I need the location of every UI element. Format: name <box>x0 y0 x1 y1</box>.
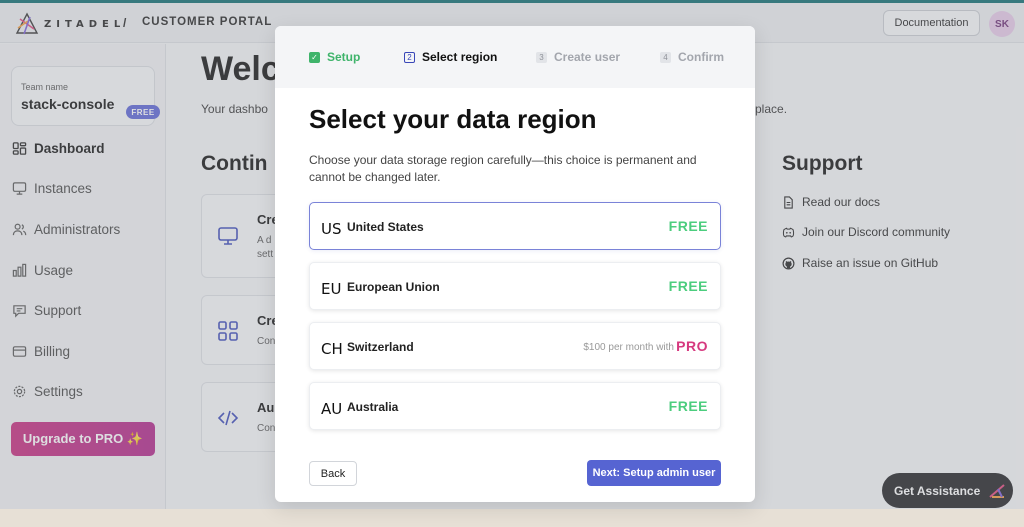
region-code: AU <box>321 400 343 418</box>
modal-title: Select your data region <box>309 104 597 134</box>
region-code: US <box>321 220 342 238</box>
region-tier: FREE <box>668 218 708 234</box>
step-confirm: 4 Confirm <box>660 50 724 64</box>
step-number: 3 <box>536 51 547 63</box>
region-option-ch[interactable]: CH Switzerland $100 per month with PRO <box>309 322 721 370</box>
region-price: $100 per month with <box>583 342 674 353</box>
step-select-region: 2 Select region <box>404 50 497 64</box>
next-button[interactable]: Next: Setup admin user <box>587 460 721 486</box>
region-modal: ✓ Setup 2 Select region 3 Create user 4 … <box>275 26 755 502</box>
step-label: Select region <box>422 50 498 64</box>
check-icon: ✓ <box>309 51 320 63</box>
step-number: 4 <box>660 51 671 63</box>
region-option-us[interactable]: US United States FREE <box>309 202 721 250</box>
modal-description: Choose your data storage region carefull… <box>309 153 697 184</box>
step-label: Confirm <box>678 50 724 64</box>
region-code: EU <box>321 280 342 298</box>
region-tier: PRO <box>676 338 708 354</box>
region-option-au[interactable]: AU Australia FREE <box>309 382 721 430</box>
region-tier: FREE <box>668 398 708 414</box>
region-code: CH <box>321 340 343 358</box>
bottom-strip <box>0 509 1024 527</box>
region-name: European Union <box>347 280 440 294</box>
step-create-user: 3 Create user <box>536 50 620 64</box>
region-name: Switzerland <box>347 340 414 354</box>
step-setup: ✓ Setup <box>309 50 360 64</box>
step-label: Setup <box>327 50 361 64</box>
step-label: Create user <box>554 50 621 64</box>
back-button[interactable]: Back <box>309 461 357 486</box>
region-name: United States <box>347 220 424 234</box>
region-option-eu[interactable]: EU European Union FREE <box>309 262 721 310</box>
region-name: Australia <box>347 400 399 414</box>
region-tier: FREE <box>668 278 708 294</box>
step-number: 2 <box>404 51 415 63</box>
stepper: ✓ Setup 2 Select region 3 Create user 4 … <box>275 26 755 88</box>
